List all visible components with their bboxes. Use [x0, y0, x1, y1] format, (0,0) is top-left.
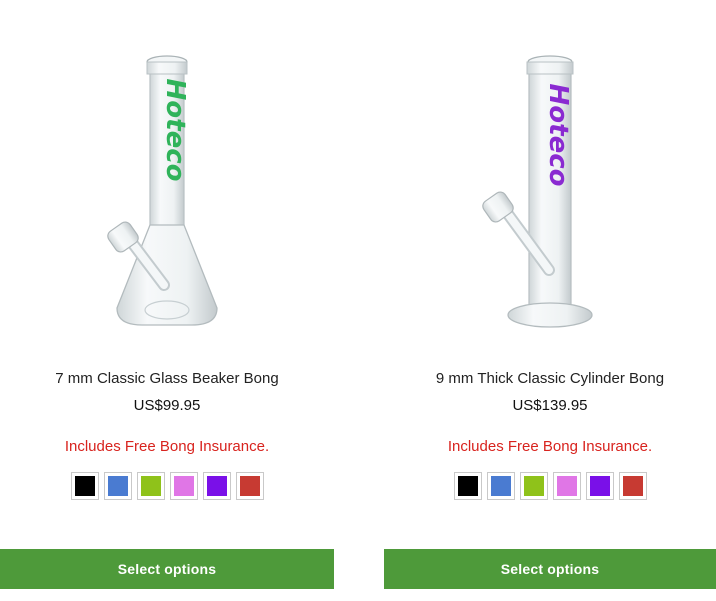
- beaker-bong-illustration: Hoteco: [107, 55, 218, 326]
- swatch-pink[interactable]: [552, 472, 581, 500]
- color-swatches: [384, 472, 716, 500]
- swatch-fill: [239, 476, 260, 496]
- insurance-note: Includes Free Bong Insurance.: [447, 438, 653, 455]
- swatch-green[interactable]: [136, 472, 165, 500]
- swatch-pink[interactable]: [169, 472, 198, 500]
- swatch-green[interactable]: [519, 472, 548, 500]
- swatch-black[interactable]: [453, 472, 482, 500]
- select-options-button[interactable]: Select options: [0, 549, 334, 589]
- product-card: Hoteco 7 mm Classic Glass Beaker Bong US…: [0, 0, 334, 601]
- product-image-cylinder-bong[interactable]: Hoteco: [455, 40, 645, 340]
- insurance-note: Includes Free Bong Insurance.: [64, 438, 270, 455]
- swatch-red[interactable]: [235, 472, 264, 500]
- swatch-fill: [556, 476, 577, 496]
- color-swatches: [0, 472, 334, 500]
- swatch-fill: [173, 476, 194, 496]
- swatch-purple[interactable]: [202, 472, 231, 500]
- swatch-black[interactable]: [70, 472, 99, 500]
- swatch-purple[interactable]: [585, 472, 614, 500]
- product-price: US$99.95: [133, 397, 201, 414]
- product-title[interactable]: 9 mm Thick Classic Cylinder Bong: [384, 370, 716, 387]
- swatch-fill: [107, 476, 128, 496]
- swatch-fill: [589, 476, 610, 496]
- swatch-fill: [523, 476, 544, 496]
- product-price: US$139.95: [512, 397, 588, 414]
- swatch-fill: [206, 476, 227, 496]
- product-title[interactable]: 7 mm Classic Glass Beaker Bong: [0, 370, 334, 387]
- swatch-fill: [490, 476, 511, 496]
- swatch-red[interactable]: [618, 472, 647, 500]
- swatch-fill: [622, 476, 643, 496]
- swatch-fill: [74, 476, 95, 496]
- cylinder-bong-illustration: Hoteco: [482, 55, 593, 328]
- swatch-fill: [140, 476, 161, 496]
- swatch-blue[interactable]: [103, 472, 132, 500]
- swatch-fill: [457, 476, 478, 496]
- product-card: Hoteco 9 mm Thick Classic Cylinder Bong …: [384, 0, 716, 601]
- brand-logo-text: Hoteco: [160, 79, 190, 182]
- product-image-beaker-bong[interactable]: Hoteco: [72, 40, 262, 340]
- select-options-button[interactable]: Select options: [384, 549, 716, 589]
- swatch-blue[interactable]: [486, 472, 515, 500]
- brand-logo-text: Hoteco: [543, 84, 573, 187]
